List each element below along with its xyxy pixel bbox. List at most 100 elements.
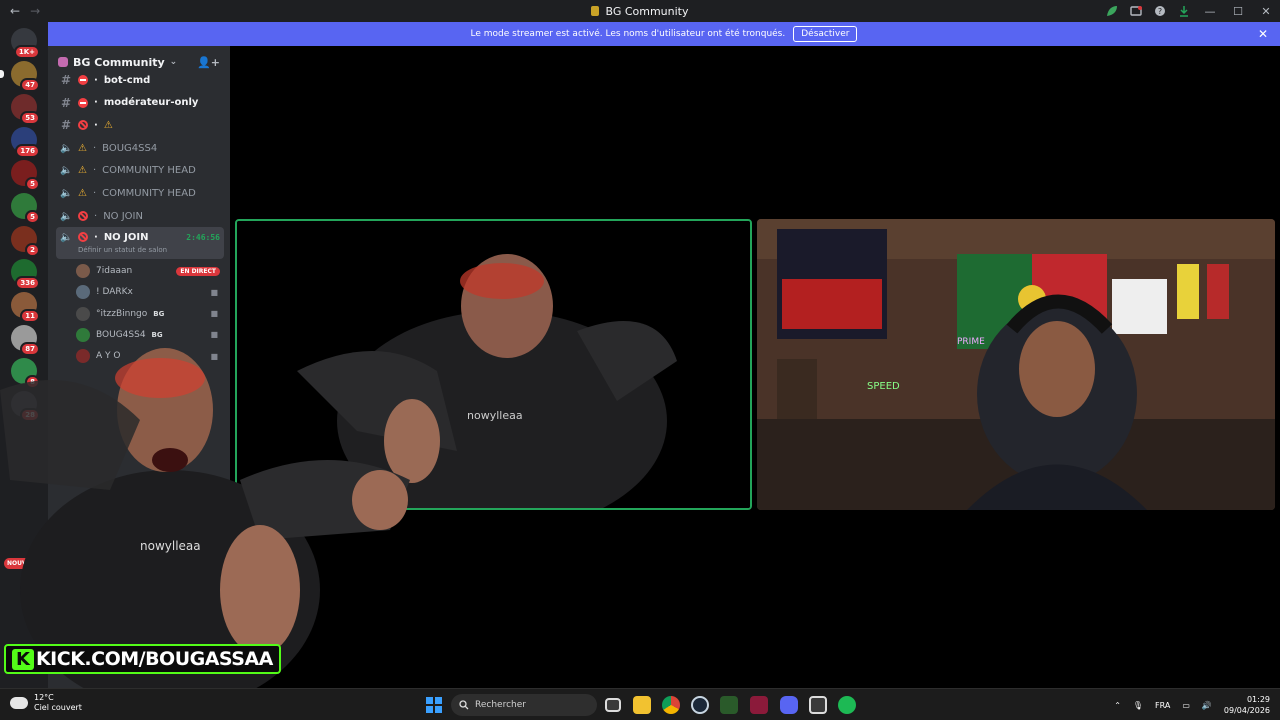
- channel-boug4ss4[interactable]: 🔈 ⚠ · BOUG4SS4: [56, 138, 224, 158]
- system-tray: ⌃ 🎙 FRA ▭ 🔊 01:29 09/04/2026: [1114, 689, 1270, 720]
- channel-label: COMMUNITY HEAD: [102, 165, 196, 177]
- disable-streamer-mode-button[interactable]: Désactiver: [793, 26, 858, 42]
- video-tile-stream[interactable]: PRIME SPEED: [757, 219, 1275, 510]
- kick-logo: K: [12, 648, 34, 670]
- prohibited-icon: [78, 232, 88, 242]
- server-icon-0[interactable]: 1K+: [11, 28, 40, 59]
- nitro-leaf-icon[interactable]: [1100, 0, 1124, 22]
- banner-message: Le mode streamer est activé. Les noms d'…: [470, 29, 786, 39]
- channel-label: BOUG4SS4: [102, 142, 158, 154]
- server-icon-6[interactable]: 2: [11, 226, 40, 257]
- separator-dot: ·: [94, 119, 98, 131]
- taskbar-search[interactable]: Rechercher: [451, 694, 597, 716]
- separator-dot: ·: [94, 97, 98, 109]
- server-icon-10[interactable]: 8: [11, 358, 40, 389]
- svg-text:PRIME: PRIME: [957, 337, 985, 347]
- help-icon[interactable]: ?: [1148, 0, 1172, 22]
- camera-icon: ■: [210, 309, 218, 319]
- channel--[interactable]: # · ⚠: [56, 115, 224, 135]
- server-selected-pill: [0, 70, 4, 78]
- download-icon[interactable]: [1172, 0, 1196, 22]
- server-icon-7[interactable]: 336: [11, 259, 40, 290]
- channel-mod-rateur-only[interactable]: # · modérateur-only: [56, 93, 224, 113]
- separator-dot: ·: [92, 165, 97, 177]
- affinity-icon[interactable]: [750, 696, 768, 714]
- voice-channel-icon: 🔈: [60, 188, 73, 199]
- server-icon-9[interactable]: 87: [11, 325, 40, 356]
- channel-status-prompt[interactable]: Définir un statut de salon: [78, 246, 167, 254]
- user-name: A Y O: [96, 351, 121, 362]
- maximize-icon[interactable]: ☐: [1224, 0, 1252, 22]
- server-icon-3[interactable]: 176: [11, 127, 40, 158]
- channel-no-join-active[interactable]: 🔈 · NO JOIN 2:46:56 Définir un statut de sal…: [56, 227, 224, 259]
- windows-start-icon[interactable]: [426, 697, 442, 713]
- server-badge: 11: [20, 309, 40, 323]
- warning-icon: ⚠: [78, 142, 87, 154]
- language-indicator[interactable]: FRA: [1155, 701, 1170, 710]
- discord-icon[interactable]: [780, 696, 798, 714]
- user-name: 7idaaan: [96, 266, 133, 276]
- inbox-icon[interactable]: [1124, 0, 1148, 22]
- weather-widget[interactable]: 12°C Ciel couvert: [7, 693, 82, 713]
- server-icon: [58, 57, 68, 67]
- do-not-disturb-icon: [78, 97, 88, 108]
- channel-label: COMMUNITY HEAD: [102, 188, 196, 199]
- close-window-icon[interactable]: ✕: [1252, 0, 1280, 22]
- warning-icon: ⚠: [78, 165, 87, 177]
- voice-channel-icon: 🔈: [60, 210, 73, 222]
- channel-bot-cmd[interactable]: # · bot-cmd: [56, 70, 224, 90]
- server-icon-8[interactable]: 11: [11, 292, 40, 323]
- kick-overlay-banner: K KICK.COM/BOUGASSAA: [4, 644, 281, 674]
- microphone-icon[interactable]: 🎙: [1133, 701, 1143, 710]
- server-badge: 47: [20, 78, 40, 92]
- chrome-icon[interactable]: [662, 696, 680, 714]
- clock[interactable]: 01:29 09/04/2026: [1224, 694, 1270, 716]
- channel-no-join[interactable]: 🔈 · NO JOIN: [56, 206, 224, 226]
- task-view-icon[interactable]: [605, 698, 621, 712]
- server-icon-4[interactable]: 5: [11, 160, 40, 191]
- screen-capture-icon[interactable]: [809, 696, 827, 714]
- minimize-icon[interactable]: —: [1196, 0, 1224, 22]
- windows-taskbar: 12°C Ciel couvert Rechercher ⌃ 🎙 FRA ▭ 🔊…: [0, 688, 1280, 720]
- game-app-icon[interactable]: [720, 696, 738, 714]
- server-badge: 5: [25, 177, 40, 191]
- weather-desc: Ciel couvert: [34, 703, 82, 712]
- spotify-icon[interactable]: [838, 696, 856, 714]
- server-rail: 1K+ 47 53 176 5 5 2 336 11 87 8 28 NOUVE: [0, 22, 48, 688]
- camera-icon: ■: [210, 287, 218, 297]
- guild-icon: [591, 5, 600, 16]
- separator-dot: ·: [92, 188, 97, 199]
- voice-user[interactable]: A Y O ■: [76, 346, 224, 366]
- server-icon-11[interactable]: 28: [11, 391, 40, 422]
- voice-channel-icon: 🔈: [60, 232, 73, 243]
- forward-arrow-icon[interactable]: →: [30, 4, 40, 18]
- banner-close-icon[interactable]: ✕: [1258, 27, 1268, 41]
- server-icon-2[interactable]: 53: [11, 94, 40, 125]
- text-channel-icon: #: [60, 73, 72, 87]
- server-icon-5[interactable]: 5: [11, 193, 40, 224]
- server-badge: 5: [25, 210, 40, 224]
- prohibited-icon: [78, 120, 88, 131]
- clock-date: 09/04/2026: [1223, 706, 1270, 715]
- voice-user[interactable]: °itzzBinngo BG ■: [76, 304, 224, 324]
- network-icon[interactable]: ▭: [1182, 701, 1190, 710]
- tray-overflow-icon[interactable]: ⌃: [1114, 701, 1121, 710]
- server-icon-1[interactable]: 47: [11, 61, 40, 92]
- back-arrow-icon[interactable]: ←: [10, 4, 20, 18]
- volume-icon[interactable]: 🔊: [1202, 701, 1212, 710]
- channel-community-head[interactable]: 🔈 ⚠ · COMMUNITY HEAD: [56, 161, 224, 181]
- file-explorer-icon[interactable]: [633, 696, 651, 714]
- server-badge: 1K+: [13, 45, 40, 59]
- steam-icon[interactable]: [691, 696, 709, 714]
- invite-members-icon[interactable]: 👤+: [197, 56, 220, 69]
- user-name: ! DARKx: [96, 287, 133, 298]
- channel-community-head[interactable]: 🔈 ⚠ · COMMUNITY HEAD: [56, 184, 224, 204]
- server-badge: 53: [20, 111, 40, 125]
- user-name: °itzzBinngo: [96, 308, 148, 319]
- voice-user[interactable]: ! DARKx ■: [76, 282, 224, 302]
- video-tile-speaking[interactable]: nowylleaa: [235, 219, 752, 510]
- voice-user[interactable]: 7idaaan EN DIRECT: [76, 261, 224, 281]
- webcam-frame-b: PRIME SPEED: [757, 219, 1275, 510]
- voice-user[interactable]: BOUG4SS4 BG ■: [76, 325, 224, 345]
- search-icon: [459, 700, 469, 710]
